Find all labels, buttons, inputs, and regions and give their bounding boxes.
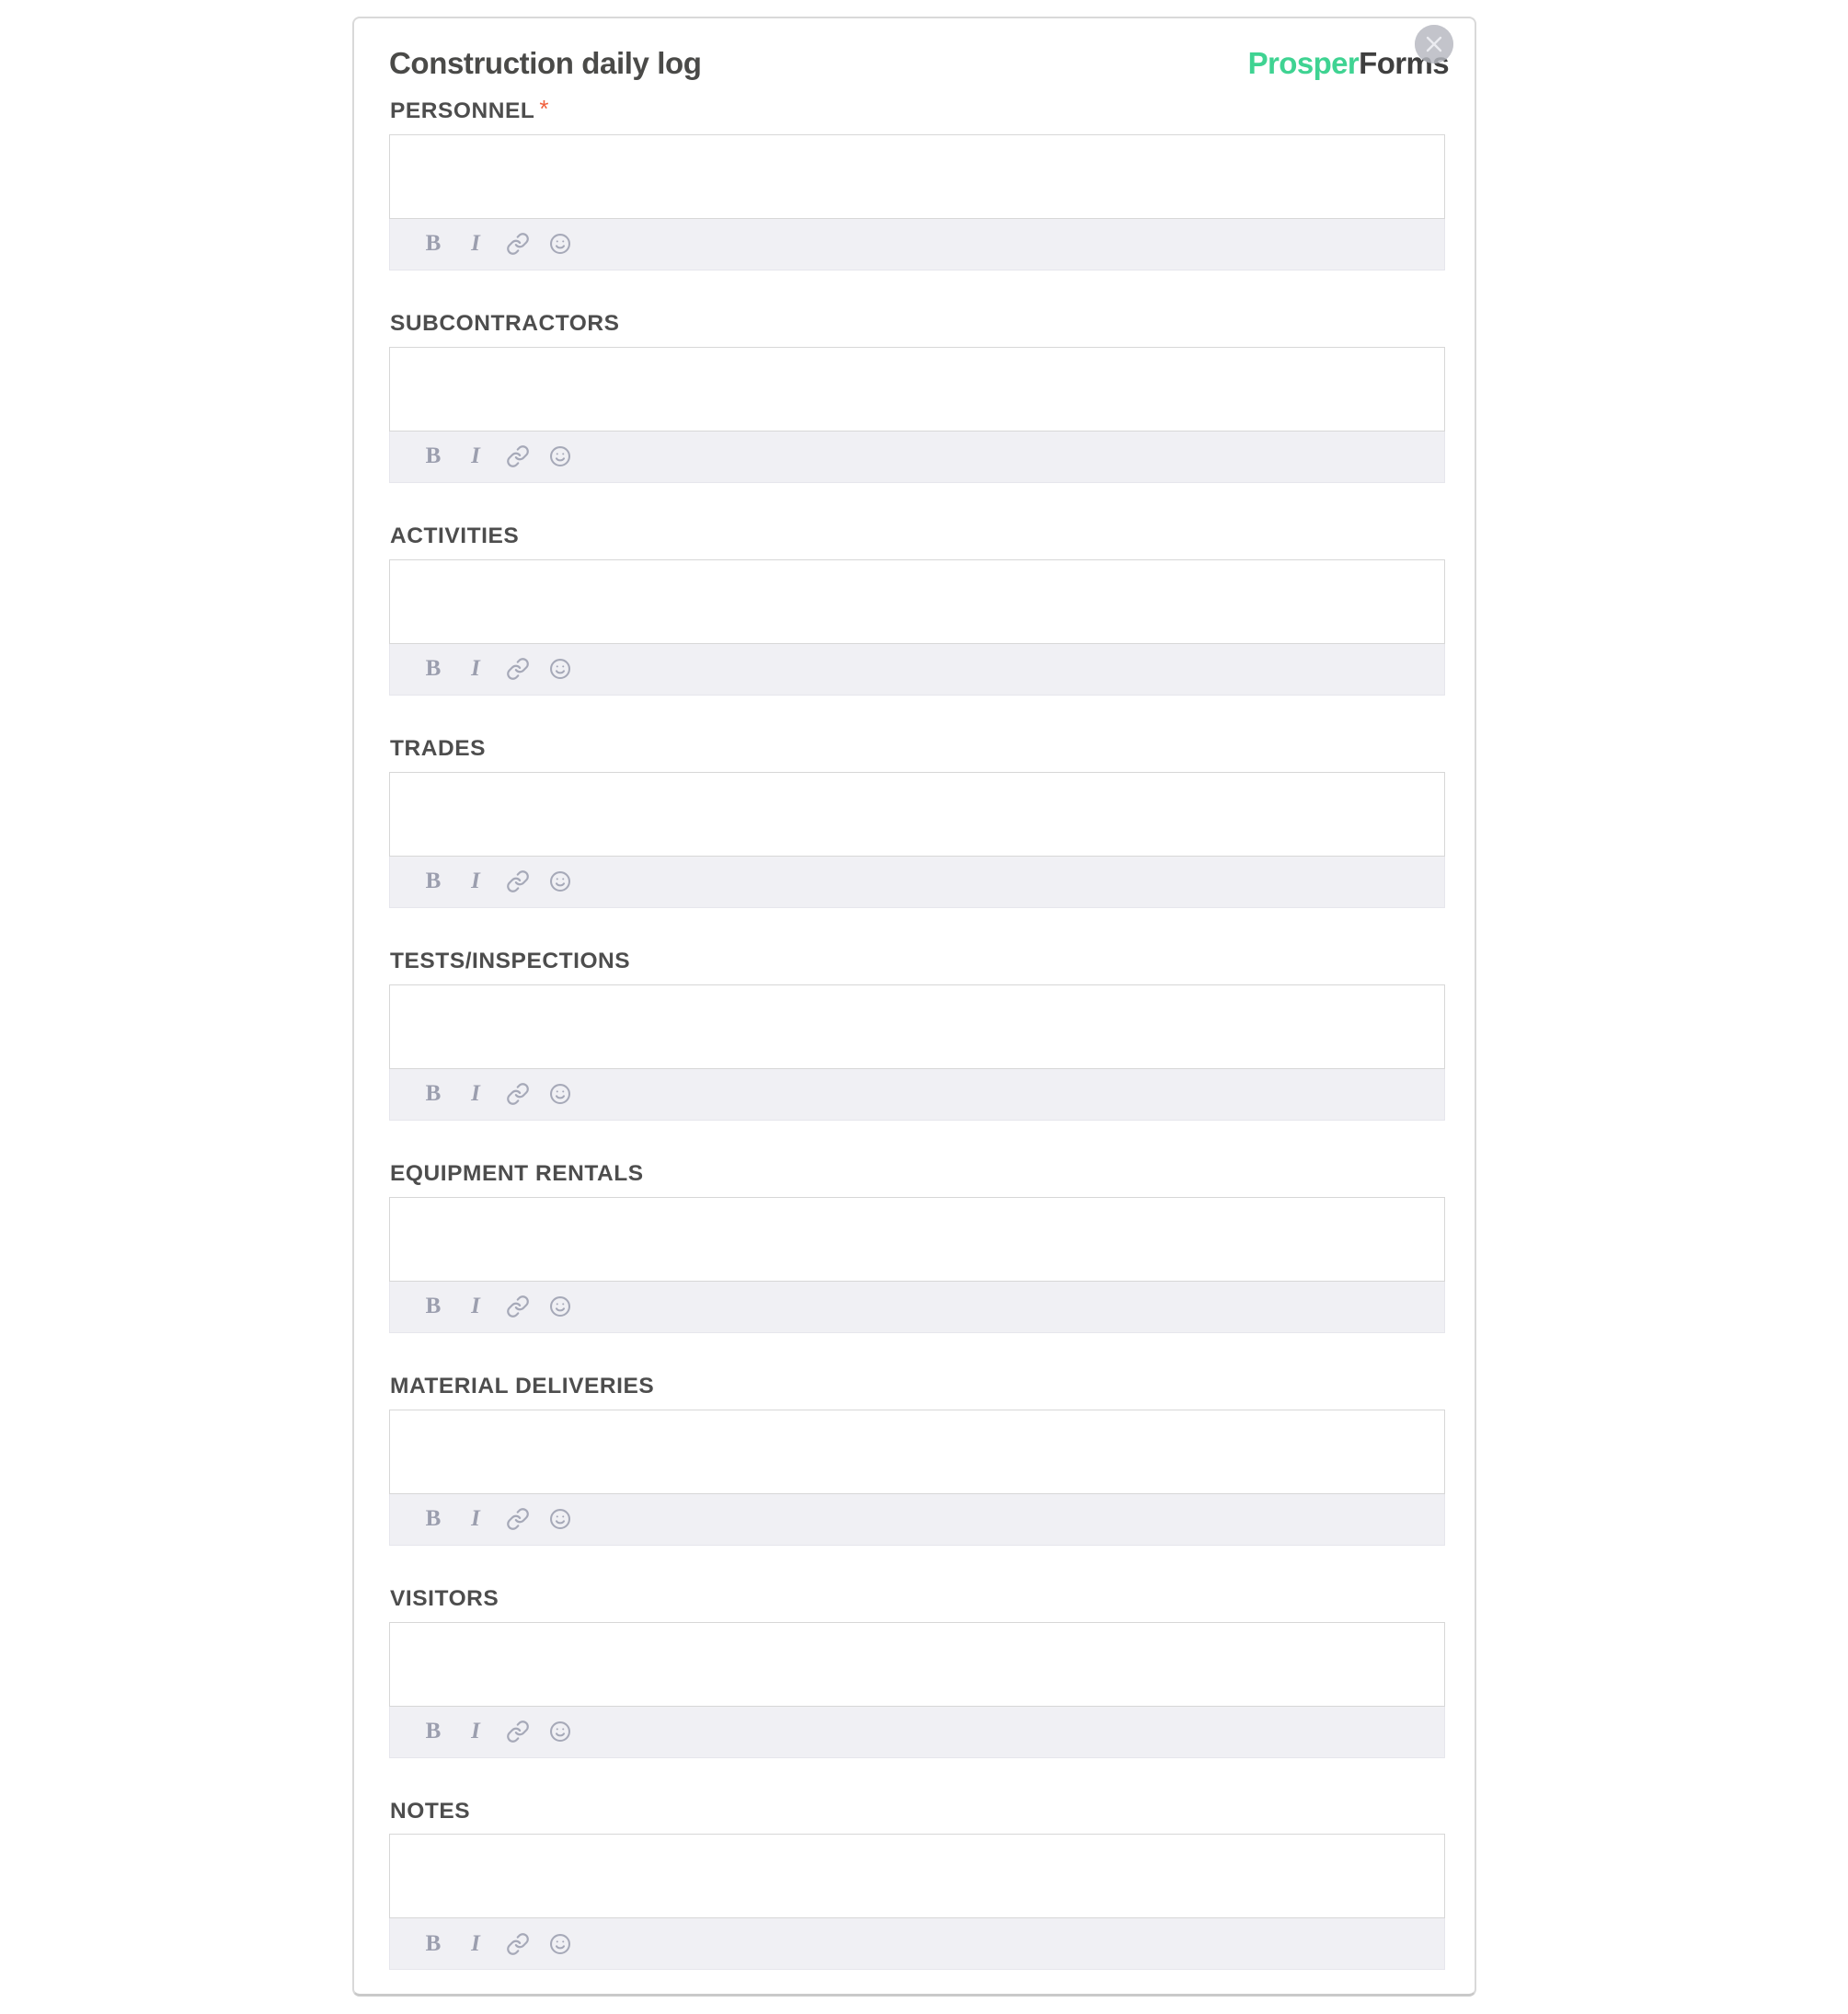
bold-button[interactable]: B (414, 1925, 453, 1963)
page-title: Construction daily log (389, 46, 702, 80)
bold-button[interactable]: B (414, 1500, 453, 1538)
field-label: SUBCONTRACTORS (390, 310, 620, 336)
editor-toolbar: BI (389, 1706, 1445, 1758)
link-icon[interactable] (499, 1287, 537, 1326)
field-block: VISITORS B I (389, 1585, 1445, 1758)
field-block: PERSONNEL * B I (389, 96, 1445, 270)
field-input[interactable] (389, 984, 1445, 1069)
close-icon[interactable] (1415, 25, 1453, 63)
field-input[interactable] (389, 1196, 1445, 1282)
rich-text-editor: BI (389, 558, 1445, 696)
form-card-inner: Construction daily log ProsperForms PERS… (354, 18, 1475, 1994)
field-label: MATERIAL DELIVERIES (390, 1373, 655, 1398)
rich-text-editor: BI (389, 1621, 1445, 1758)
editor-toolbar: BI (389, 1493, 1445, 1546)
rich-text-editor: BI (389, 133, 1445, 270)
editor-toolbar: BI (389, 1281, 1445, 1333)
rich-text-editor: BI (389, 1834, 1445, 1971)
italic-button[interactable]: I (456, 1075, 495, 1113)
italic-button[interactable]: I (456, 224, 495, 263)
rich-text-editor: BI (389, 346, 1445, 483)
emoji-smiley-icon[interactable] (541, 1712, 580, 1751)
bold-button[interactable]: B (414, 650, 453, 688)
bold-button[interactable]: B (414, 1287, 453, 1326)
editor-toolbar: BI (389, 643, 1445, 696)
emoji-smiley-icon[interactable] (541, 1500, 580, 1538)
italic-button[interactable]: I (456, 437, 495, 476)
link-icon[interactable] (499, 224, 537, 263)
field-label: VISITORS (390, 1585, 499, 1611)
form-fields-container: PERSONNEL * B I SUBCONTRACTORS B I ACTIVITIES B I… (389, 96, 1445, 1971)
link-icon[interactable] (499, 1500, 537, 1538)
field-block: EQUIPMENT RENTALS B I (389, 1160, 1445, 1333)
emoji-smiley-icon[interactable] (541, 650, 580, 688)
field-block: TRADES B I (389, 735, 1445, 908)
field-input[interactable] (389, 133, 1445, 219)
link-icon[interactable] (499, 1925, 537, 1963)
link-icon[interactable] (499, 862, 537, 901)
field-label: EQUIPMENT RENTALS (390, 1160, 644, 1186)
required-asterisk: * (539, 95, 550, 122)
field-block: ACTIVITIES B I (389, 524, 1445, 696)
form-card: Construction daily log ProsperForms PERS… (352, 17, 1476, 1997)
italic-button[interactable]: I (456, 1712, 495, 1751)
bold-button[interactable]: B (414, 437, 453, 476)
editor-toolbar: BI (389, 431, 1445, 483)
rich-text-editor: BI (389, 771, 1445, 908)
field-label: NOTES (390, 1798, 471, 1824)
editor-toolbar: BI (389, 1068, 1445, 1121)
bold-button[interactable]: B (414, 1075, 453, 1113)
field-label: TRADES (390, 735, 487, 761)
rich-text-editor: BI (389, 1196, 1445, 1333)
field-input[interactable] (389, 1834, 1445, 1919)
field-block: NOTES B I (389, 1798, 1445, 1971)
link-icon[interactable] (499, 650, 537, 688)
link-icon[interactable] (499, 1712, 537, 1751)
field-block: TESTS/INSPECTIONS B I (389, 949, 1445, 1121)
emoji-smiley-icon[interactable] (541, 437, 580, 476)
italic-button[interactable]: I (456, 1287, 495, 1326)
field-label: ACTIVITIES (390, 523, 520, 548)
field-input[interactable] (389, 1621, 1445, 1707)
emoji-smiley-icon[interactable] (541, 1075, 580, 1113)
bold-button[interactable]: B (414, 224, 453, 263)
field-label: PERSONNEL * (390, 95, 550, 123)
field-block: SUBCONTRACTORS B I (389, 310, 1445, 483)
field-block: MATERIAL DELIVERIES B I (389, 1373, 1445, 1546)
emoji-smiley-icon[interactable] (541, 862, 580, 901)
italic-button[interactable]: I (456, 1925, 495, 1963)
field-input[interactable] (389, 1409, 1445, 1494)
emoji-smiley-icon[interactable] (541, 1925, 580, 1963)
italic-button[interactable]: I (456, 1500, 495, 1538)
rich-text-editor: BI (389, 1409, 1445, 1546)
bold-button[interactable]: B (414, 862, 453, 901)
field-input[interactable] (389, 771, 1445, 857)
logo-prosper-text: Prosper (1247, 46, 1360, 80)
link-icon[interactable] (499, 1075, 537, 1113)
form-header: Construction daily log ProsperForms (354, 18, 1475, 80)
bold-button[interactable]: B (414, 1712, 453, 1751)
field-label: TESTS/INSPECTIONS (390, 948, 631, 973)
italic-button[interactable]: I (456, 650, 495, 688)
field-input[interactable] (389, 346, 1445, 432)
editor-toolbar: BI (389, 1918, 1445, 1971)
rich-text-editor: BI (389, 984, 1445, 1121)
editor-toolbar: BI (389, 856, 1445, 908)
emoji-smiley-icon[interactable] (541, 1287, 580, 1326)
editor-toolbar: BI (389, 218, 1445, 270)
link-icon[interactable] (499, 437, 537, 476)
italic-button[interactable]: I (456, 862, 495, 901)
field-input[interactable] (389, 558, 1445, 644)
emoji-smiley-icon[interactable] (541, 224, 580, 263)
